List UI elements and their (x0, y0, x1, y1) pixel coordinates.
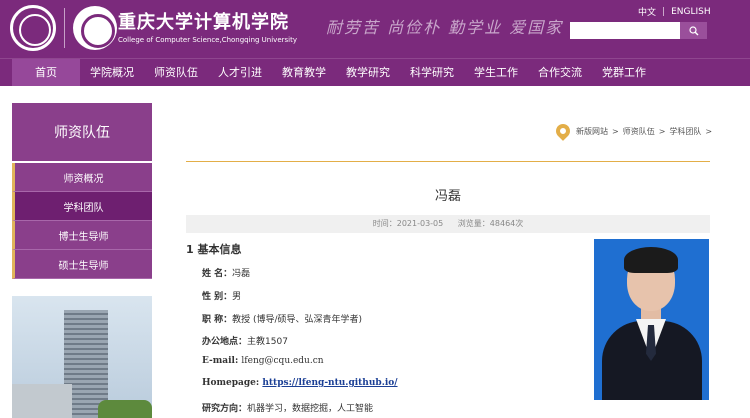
info-gender: 性 别：男 (202, 289, 241, 302)
profile-photo (594, 239, 709, 400)
info-research: 研究方向：机器学习，数据挖掘，人工智能 (202, 401, 373, 414)
breadcrumb: 新版网站 > 师资队伍 > 学科团队 > (553, 121, 716, 141)
nav-home[interactable]: 首页 (12, 59, 80, 86)
info-label: Homepage: (202, 378, 263, 388)
sidebar-item-phd-supervisors[interactable]: 博士生导师 (12, 221, 152, 250)
info-value: 男 (232, 292, 242, 302)
email-value[interactable]: lfeng@cqu.edu.cn (241, 356, 323, 366)
nav-overview[interactable]: 学院概况 (80, 59, 144, 86)
info-label: E-mail: (202, 356, 242, 366)
campus-building-photo (12, 296, 152, 418)
publish-time: 时间：2021-03-05 (372, 219, 444, 228)
building-trees (98, 400, 152, 418)
page-title: 冯磊 (434, 189, 461, 204)
breadcrumb-divider (186, 161, 710, 162)
photo-hair (624, 247, 678, 273)
school-name-en: College of Computer Science,Chongqing Un… (118, 36, 297, 44)
logo-group[interactable] (10, 5, 117, 51)
info-office: 办公地点：主教1507 (202, 334, 288, 347)
info-label: 姓 名： (202, 269, 233, 279)
university-seal-logo (10, 5, 56, 51)
info-homepage: Homepage: https://lfeng-ntu.github.io/ (202, 378, 398, 388)
lang-english-link[interactable]: ENGLISH (671, 7, 711, 17)
sidebar-menu: 师资概况 学科团队 博士生导师 硕士生导师 (12, 163, 152, 279)
info-value: 机器学习，数据挖掘，人工智能 (247, 404, 374, 414)
logo-divider (64, 8, 65, 48)
search-button[interactable] (680, 22, 707, 39)
info-label: 办公地点： (202, 337, 248, 347)
homepage-link[interactable]: https://lfeng-ntu.github.io/ (262, 378, 397, 388)
nav-cooperation[interactable]: 合作交流 (528, 59, 592, 86)
nav-teaching-research[interactable]: 教学研究 (336, 59, 400, 86)
building-wing (12, 384, 72, 418)
view-count: 浏览量：48464次 (457, 219, 524, 228)
location-pin-icon (553, 121, 573, 141)
info-label: 性 别： (202, 292, 233, 302)
sidebar-title: 师资队伍 (12, 103, 152, 161)
sidebar-item-teams[interactable]: 学科团队 (12, 192, 152, 221)
breadcrumb-link-home[interactable]: 新版网站 (576, 126, 608, 137)
info-email: E-mail: lfeng@cqu.edu.cn (202, 356, 324, 366)
breadcrumb-separator: > (612, 126, 619, 136)
nav-party[interactable]: 党群工作 (592, 59, 656, 86)
info-value: 教授 (博导/硕导、弘深青年学者) (232, 315, 363, 325)
search-input[interactable] (570, 22, 680, 39)
breadcrumb-separator: > (705, 126, 713, 136)
info-value: 冯磊 (232, 269, 251, 279)
breadcrumb-separator: > (658, 126, 666, 136)
site-header: 重庆大学计算机学院 College of Computer Science,Ch… (0, 0, 750, 58)
breadcrumb-link-faculty[interactable]: 师资队伍 (623, 126, 655, 137)
nav-education[interactable]: 教育教学 (272, 59, 336, 86)
info-title: 职 称：教授 (博导/硕导、弘深青年学者) (202, 312, 362, 325)
info-label: 职 称： (202, 315, 233, 325)
language-switch: 中文 | ENGLISH (638, 5, 711, 19)
school-name-cn: 重庆大学计算机学院 (118, 12, 289, 33)
info-value: 主教1507 (247, 337, 288, 347)
sidebar-item-master-supervisors[interactable]: 硕士生导师 (12, 250, 152, 279)
main-nav: 首页 学院概况 师资队伍 人才引进 教育教学 教学研究 科学研究 学生工作 合作… (0, 58, 750, 86)
brand[interactable]: 重庆大学计算机学院 College of Computer Science,Ch… (118, 8, 297, 44)
section-heading: 1 基本信息 (186, 243, 242, 256)
school-motto: 耐劳苦 尚俭朴 勤学业 爱国家 (326, 18, 564, 37)
article-meta: 时间：2021-03-05 浏览量：48464次 (186, 215, 710, 233)
nav-talent[interactable]: 人才引进 (208, 59, 272, 86)
search-icon (688, 25, 698, 35)
nav-research[interactable]: 科学研究 (400, 59, 464, 86)
search-box (570, 22, 707, 39)
nav-faculty[interactable]: 师资队伍 (144, 59, 208, 86)
info-label: 研究方向： (202, 404, 248, 414)
lang-separator: | (662, 6, 666, 17)
breadcrumb-link-teams[interactable]: 学科团队 (669, 126, 701, 137)
college-seal-logo (73, 6, 117, 50)
sidebar-item-overview[interactable]: 师资概况 (12, 163, 152, 192)
lang-chinese-link[interactable]: 中文 (638, 5, 656, 18)
info-name: 姓 名：冯磊 (202, 266, 250, 279)
nav-students[interactable]: 学生工作 (464, 59, 528, 86)
